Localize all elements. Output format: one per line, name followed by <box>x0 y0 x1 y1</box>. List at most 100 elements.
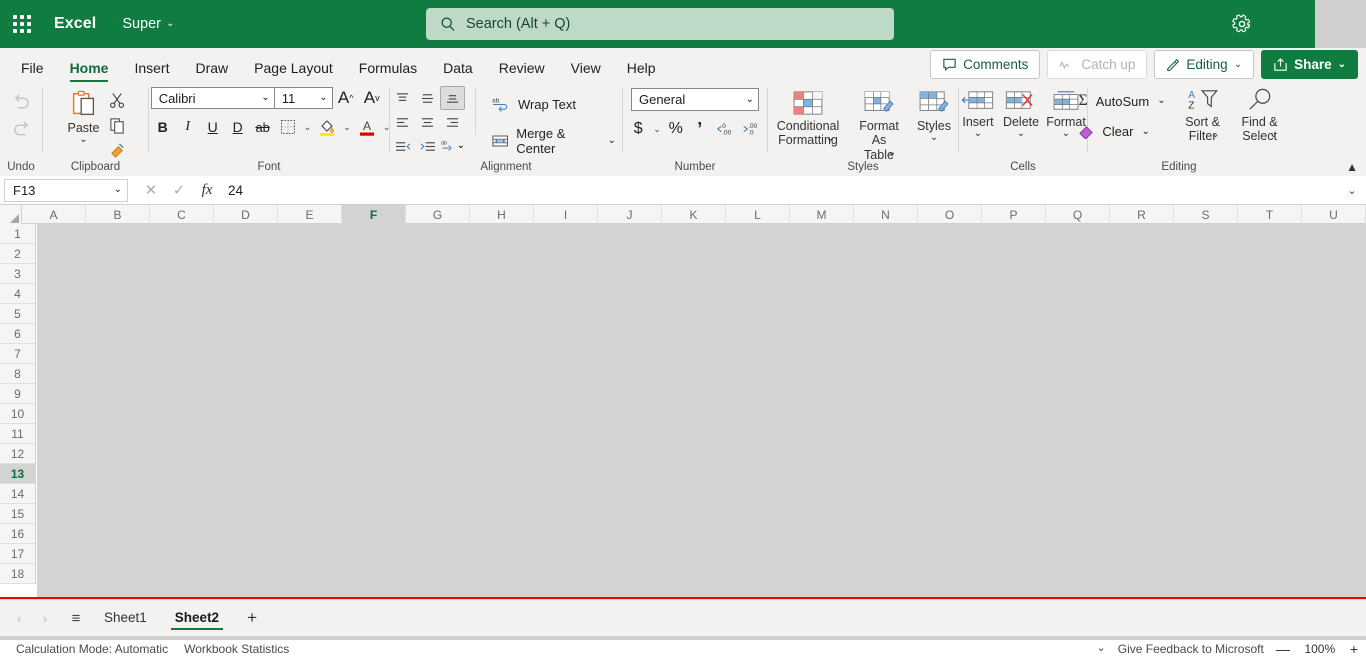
name-box[interactable]: F13 ⌄ <box>4 178 128 202</box>
tab-view[interactable]: View <box>558 61 614 82</box>
column-header-k[interactable]: K <box>662 205 726 224</box>
row-header-12[interactable]: 12 <box>0 444 35 464</box>
borders-button[interactable] <box>276 115 300 139</box>
tab-review[interactable]: Review <box>486 61 558 82</box>
sort-filter-button[interactable]: A Z Sort & Filter ⌄ <box>1178 86 1228 143</box>
zoom-level-label[interactable]: 100% <box>1302 642 1338 656</box>
formula-input[interactable]: 24 <box>220 183 1338 198</box>
cell-styles-button[interactable]: Styles ⌄ <box>911 88 957 145</box>
expand-formula-bar-button[interactable]: ⌄ <box>1338 184 1366 197</box>
previous-sheet-button[interactable]: ‹ <box>6 605 32 631</box>
row-header-17[interactable]: 17 <box>0 544 35 564</box>
enter-button[interactable]: ✓ <box>166 179 192 202</box>
column-header-e[interactable]: E <box>278 205 342 224</box>
insert-function-button[interactable]: fx <box>194 179 220 202</box>
align-middle-button[interactable] <box>415 86 440 110</box>
row-header-8[interactable]: 8 <box>0 364 35 384</box>
tab-data[interactable]: Data <box>430 61 486 82</box>
tab-draw[interactable]: Draw <box>182 61 241 82</box>
row-header-13[interactable]: 13 <box>0 464 35 484</box>
bold-button[interactable]: B <box>151 115 175 139</box>
zoom-out-button[interactable]: — <box>1276 641 1290 657</box>
tab-help[interactable]: Help <box>614 61 669 82</box>
give-feedback-link[interactable]: Give Feedback to Microsoft <box>1118 642 1264 656</box>
align-bottom-button[interactable] <box>440 86 465 110</box>
row-header-18[interactable]: 18 <box>0 564 35 584</box>
increase-indent-button[interactable] <box>415 134 440 158</box>
column-header-u[interactable]: U <box>1302 205 1366 224</box>
chevron-down-icon[interactable]: ⌄ <box>301 122 315 133</box>
share-button[interactable]: Share ⌄ <box>1261 50 1358 79</box>
column-header-l[interactable]: L <box>726 205 790 224</box>
column-header-i[interactable]: I <box>534 205 598 224</box>
font-size-select[interactable]: 11 ⌄ <box>274 87 333 109</box>
align-top-button[interactable] <box>390 86 415 110</box>
row-header-2[interactable]: 2 <box>0 244 35 264</box>
copy-button[interactable] <box>106 114 128 136</box>
orientation-button[interactable]: ab ⌄ <box>440 134 465 158</box>
settings-button[interactable] <box>1220 0 1264 48</box>
decrease-font-size-button[interactable]: Av <box>359 86 385 110</box>
chevron-down-icon[interactable]: ⌄ <box>650 124 664 135</box>
strikethrough-button[interactable]: ab <box>251 115 275 139</box>
column-header-j[interactable]: J <box>598 205 662 224</box>
clear-button[interactable]: Clear ⌄ <box>1072 120 1171 143</box>
column-header-a[interactable]: A <box>22 205 86 224</box>
format-as-table-button[interactable]: Format As Table ⌄ <box>851 88 907 162</box>
column-header-n[interactable]: N <box>854 205 918 224</box>
all-sheets-button[interactable]: ≡ <box>62 605 90 631</box>
collapse-ribbon-button[interactable]: ▲ <box>1346 160 1358 174</box>
increase-font-size-button[interactable]: A ^ <box>333 86 359 110</box>
currency-format-button[interactable]: $ <box>626 117 650 141</box>
conditional-formatting-button[interactable]: Conditional Formatting ⌄ <box>769 88 847 147</box>
workbook-statistics-status[interactable]: Workbook Statistics <box>184 642 289 656</box>
decrease-indent-button[interactable] <box>390 134 415 158</box>
find-select-button[interactable]: Find & Select ⌄ <box>1234 86 1286 143</box>
row-header-10[interactable]: 10 <box>0 404 35 424</box>
double-underline-button[interactable]: D <box>226 115 250 139</box>
column-header-o[interactable]: O <box>918 205 982 224</box>
column-header-m[interactable]: M <box>790 205 854 224</box>
wrap-text-button[interactable]: ab Wrap Text <box>486 92 622 116</box>
status-options-chevron-icon[interactable]: ⌄ <box>1097 643 1106 654</box>
percent-format-button[interactable]: % <box>664 117 688 141</box>
tab-formulas[interactable]: Formulas <box>346 61 430 82</box>
tab-file[interactable]: File <box>8 61 57 82</box>
zoom-in-button[interactable]: + <box>1350 641 1358 657</box>
increase-decimal-button[interactable]: .00 .0 <box>738 117 764 141</box>
merge-center-button[interactable]: Merge & Center ⌄ <box>486 122 622 160</box>
row-header-7[interactable]: 7 <box>0 344 35 364</box>
catch-up-button[interactable]: Catch up <box>1047 50 1148 79</box>
editing-mode-button[interactable]: Editing ⌄ <box>1154 50 1255 79</box>
column-header-d[interactable]: D <box>214 205 278 224</box>
comma-format-button[interactable]: ’ <box>688 117 712 141</box>
delete-cells-button[interactable]: Delete ⌄ <box>999 88 1043 141</box>
format-painter-button[interactable] <box>106 139 128 161</box>
cut-button[interactable] <box>106 89 128 111</box>
undo-button[interactable] <box>11 88 32 115</box>
italic-button[interactable]: I <box>176 115 200 139</box>
row-header-5[interactable]: 5 <box>0 304 35 324</box>
column-header-t[interactable]: T <box>1238 205 1302 224</box>
paste-button[interactable]: Paste ⌄ <box>63 86 105 147</box>
row-header-4[interactable]: 4 <box>0 284 35 304</box>
row-header-6[interactable]: 6 <box>0 324 35 344</box>
underline-button[interactable]: U <box>201 115 225 139</box>
column-header-p[interactable]: P <box>982 205 1046 224</box>
tab-insert[interactable]: Insert <box>121 61 182 82</box>
row-header-1[interactable]: 1 <box>0 224 35 244</box>
redo-button[interactable] <box>11 115 32 142</box>
cancel-button[interactable]: ✕ <box>138 179 164 202</box>
chevron-down-icon[interactable]: ⌄ <box>340 122 354 133</box>
cell-area[interactable] <box>37 224 1366 599</box>
add-sheet-button[interactable]: + <box>239 605 265 631</box>
select-all-button[interactable] <box>0 205 22 224</box>
row-header-9[interactable]: 9 <box>0 384 35 404</box>
calculation-mode-status[interactable]: Calculation Mode: Automatic <box>16 642 168 656</box>
tab-home[interactable]: Home <box>57 61 122 82</box>
align-left-button[interactable] <box>390 110 415 134</box>
row-header-14[interactable]: 14 <box>0 484 35 504</box>
insert-cells-button[interactable]: Insert ⌄ <box>957 88 999 141</box>
decrease-decimal-button[interactable]: 0 .00 <box>712 117 738 141</box>
column-header-r[interactable]: R <box>1110 205 1174 224</box>
